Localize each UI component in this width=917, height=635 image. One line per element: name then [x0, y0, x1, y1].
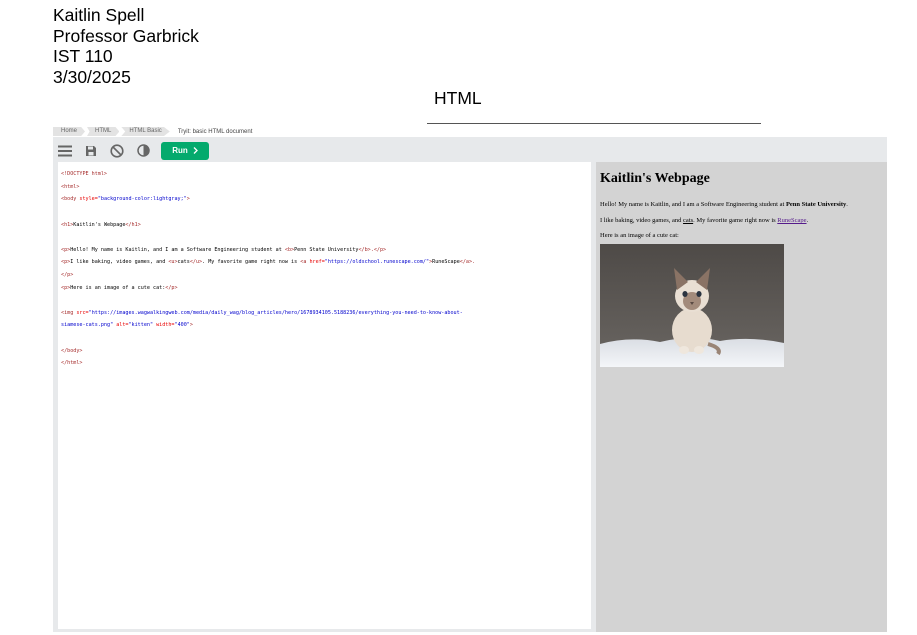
code-p2-close: </p>	[61, 272, 74, 279]
code-body-value: "background-color:lightgray;"	[97, 196, 187, 203]
breadcrumb-current: Tryit: basic HTML document	[177, 128, 253, 135]
contrast-icon[interactable]	[134, 142, 152, 160]
result-p1-text: Hello! My name is Kaitlin, and I am a So…	[600, 201, 786, 208]
result-p2-text2: . My favorite game right now is	[693, 217, 778, 224]
heading-divider	[427, 123, 761, 124]
breadcrumb-home[interactable]: Home	[53, 127, 86, 136]
code-img-end: >	[189, 322, 193, 329]
course-code: IST 110	[53, 46, 113, 66]
code-html-open: <html>	[61, 183, 80, 190]
tryit-editor-screenshot: Home HTML HTML Basic Tryit: basic HTML d…	[53, 126, 887, 632]
result-paragraph-3: Here is an image of a cute cat:	[600, 232, 679, 239]
code-p2-open: <p>	[61, 259, 71, 266]
chevron-right-icon	[193, 147, 198, 154]
run-button-label: Run	[172, 146, 188, 155]
breadcrumb-html-basic[interactable]: HTML Basic	[121, 127, 170, 136]
student-name: Kaitlin Spell	[53, 5, 145, 25]
code-body-end: >	[186, 196, 190, 203]
runescape-link[interactable]: RuneScape	[777, 217, 806, 224]
document-header: Kaitlin Spell Professor Garbrick IST 110…	[53, 5, 199, 87]
code-b-open: <b>	[284, 246, 295, 253]
result-paragraph-2: I like baking, video games, and cats. My…	[600, 217, 808, 224]
code-doctype: <!DOCTYPE html>	[61, 171, 108, 178]
code-u-text: cats	[177, 259, 190, 266]
result-p2-text1: I like baking, video games, and	[600, 217, 684, 224]
code-editor[interactable]: <!DOCTYPE html> <html> <body style="back…	[58, 162, 591, 629]
breadcrumb: Home HTML HTML Basic Tryit: basic HTML d…	[53, 126, 887, 137]
code-img-src: src=	[76, 309, 89, 316]
code-h1-text: Kaitlin's Webpage	[73, 221, 126, 228]
code-body-close: </body>	[61, 347, 83, 354]
code-body-tag: <body	[61, 196, 80, 203]
no-entry-icon[interactable]	[108, 142, 126, 160]
kitten-image	[600, 244, 784, 367]
save-icon[interactable]	[82, 142, 100, 160]
code-p2-text1: I like baking, video games, and	[70, 259, 169, 266]
section-heading: HTML	[434, 88, 482, 108]
result-paragraph-1: Hello! My name is Kaitlin, and I am a So…	[600, 201, 848, 208]
result-preview: Kaitlin's Webpage Hello! My name is Kait…	[596, 162, 887, 632]
code-a-close: </a>.	[459, 259, 476, 266]
run-button[interactable]: Run	[161, 141, 209, 160]
hamburger-icon[interactable]	[56, 142, 74, 160]
code-p1-text: Hello! My name is Kaitlin, and I am a So…	[70, 246, 285, 253]
code-img-alt-value: "kitten"	[128, 322, 154, 329]
code-u-open: <u>	[168, 259, 178, 266]
code-img-src-value: "https://images.wagwalkingweb.com/media/…	[88, 309, 463, 316]
code-h1-open: <h1>	[61, 221, 74, 228]
code-b-text: Penn State University	[294, 246, 359, 253]
code-p3-close: </p>	[165, 284, 178, 291]
result-p2-end: .	[806, 217, 809, 224]
document-date: 3/30/2025	[53, 66, 131, 87]
code-body-attr: style=	[79, 196, 98, 203]
code-img-width-value: "400"	[174, 322, 190, 329]
code-img-width: width=	[153, 322, 175, 329]
code-p2-text2: . My favorite game right now is	[202, 259, 301, 266]
code-img-alt: alt=	[113, 322, 129, 329]
code-b-close: </b>.	[358, 246, 374, 253]
code-a-text: RuneScape	[432, 259, 460, 266]
editor-toolbar: Run	[53, 140, 887, 161]
result-p2-underline: cats	[683, 217, 694, 224]
code-img-tag: <img	[61, 309, 77, 316]
code-html-close: </html>	[61, 360, 83, 367]
result-heading: Kaitlin's Webpage	[600, 171, 710, 186]
code-img-src-value-cont: siamese-cats.png"	[61, 322, 114, 329]
code-p3-text: Here is an image of a cute cat:	[70, 284, 166, 291]
code-p3-open: <p>	[61, 284, 71, 291]
code-a-href: href=	[309, 259, 325, 266]
code-u-close: </u>	[189, 259, 203, 266]
professor-name: Professor Garbrick	[53, 25, 199, 46]
code-a-href-value: "https://oldschool.runescape.com/"	[324, 259, 430, 266]
breadcrumb-html[interactable]: HTML	[87, 127, 120, 136]
code-h1-close: </h1>	[125, 221, 141, 228]
result-p1-end: .	[846, 201, 848, 208]
code-p1-close: </p>	[373, 246, 387, 253]
result-p1-bold: Penn State University	[785, 201, 847, 208]
code-p1-open: <p>	[61, 246, 71, 253]
